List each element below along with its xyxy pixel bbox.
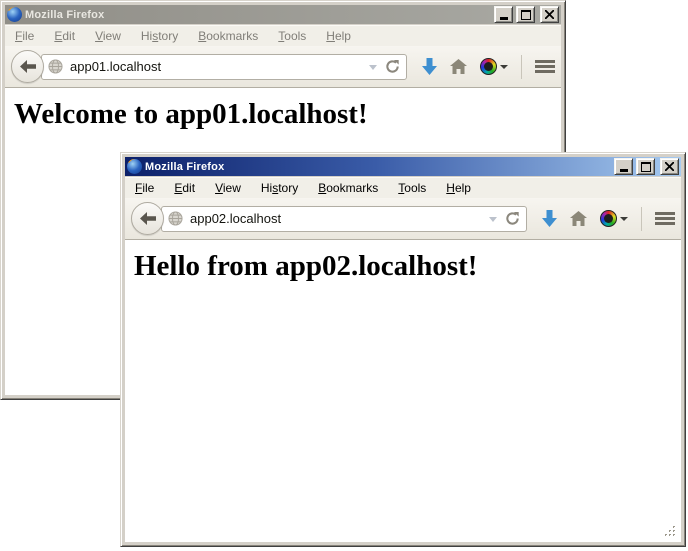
home-button[interactable] xyxy=(570,211,587,226)
close-icon xyxy=(665,162,674,171)
urlbar-dropdown-icon[interactable] xyxy=(489,217,497,226)
close-button[interactable] xyxy=(660,158,679,175)
minimize-button[interactable] xyxy=(494,6,513,23)
minimize-button[interactable] xyxy=(614,158,633,175)
menu-history[interactable]: History xyxy=(255,179,304,197)
titlebar[interactable]: Mozilla Firefox xyxy=(5,5,561,24)
colorwheel-menu-button[interactable] xyxy=(480,58,508,75)
home-icon xyxy=(450,59,467,74)
maximize-button[interactable] xyxy=(516,6,535,23)
navigation-toolbar: app02.localhost xyxy=(125,198,681,240)
menu-tools[interactable]: Tools xyxy=(392,179,432,197)
window-title: Mozilla Firefox xyxy=(25,9,491,21)
firefox-logo-icon xyxy=(7,7,22,22)
desktop: Mozilla Firefox File Edit View History B… xyxy=(0,0,688,551)
colorwheel-icon xyxy=(480,58,497,75)
reload-button[interactable] xyxy=(385,59,400,74)
reload-icon xyxy=(505,211,520,226)
minimize-icon xyxy=(500,17,508,20)
url-bar[interactable]: app01.localhost xyxy=(41,54,407,80)
colorwheel-icon xyxy=(600,210,617,227)
menubar: File Edit View History Bookmarks Tools H… xyxy=(125,177,681,198)
download-button[interactable] xyxy=(542,210,557,227)
titlebar[interactable]: Mozilla Firefox xyxy=(125,157,681,176)
minimize-icon xyxy=(620,169,628,172)
hamburger-menu-button[interactable] xyxy=(655,212,675,225)
page-content: Hello from app02.localhost! xyxy=(125,240,681,542)
toolbar-separator xyxy=(521,55,522,79)
page-heading: Welcome to app01.localhost! xyxy=(14,98,561,131)
menu-file[interactable]: File xyxy=(9,27,40,45)
menu-view[interactable]: View xyxy=(209,179,247,197)
menubar: File Edit View History Bookmarks Tools H… xyxy=(5,25,561,46)
globe-icon xyxy=(168,211,183,226)
menu-edit[interactable]: Edit xyxy=(48,27,81,45)
menu-file[interactable]: File xyxy=(129,179,160,197)
hamburger-menu-button[interactable] xyxy=(535,60,555,73)
url-text[interactable]: app02.localhost xyxy=(190,211,485,226)
reload-icon xyxy=(385,59,400,74)
globe-icon xyxy=(48,59,63,74)
menu-bookmarks[interactable]: Bookmarks xyxy=(312,179,384,197)
menu-help[interactable]: Help xyxy=(440,179,477,197)
home-icon xyxy=(570,211,587,226)
back-button[interactable] xyxy=(11,50,44,83)
urlbar-dropdown-icon[interactable] xyxy=(369,65,377,74)
window-title: Mozilla Firefox xyxy=(145,161,611,173)
back-icon xyxy=(140,212,156,225)
download-icon xyxy=(542,210,557,227)
caret-down-icon xyxy=(620,217,628,225)
menu-edit[interactable]: Edit xyxy=(168,179,201,197)
toolbar-buttons xyxy=(422,55,555,79)
menu-bookmarks[interactable]: Bookmarks xyxy=(192,27,264,45)
toolbar-buttons xyxy=(542,207,675,231)
page-heading: Hello from app02.localhost! xyxy=(134,250,681,283)
resize-grip[interactable] xyxy=(665,526,677,538)
download-icon xyxy=(422,58,437,75)
toolbar-separator xyxy=(641,207,642,231)
url-text[interactable]: app01.localhost xyxy=(70,59,365,74)
download-button[interactable] xyxy=(422,58,437,75)
close-button[interactable] xyxy=(540,6,559,23)
caret-down-icon xyxy=(500,65,508,73)
menu-view[interactable]: View xyxy=(89,27,127,45)
firefox-logo-icon xyxy=(127,159,142,174)
menu-tools[interactable]: Tools xyxy=(272,27,312,45)
colorwheel-menu-button[interactable] xyxy=(600,210,628,227)
menu-help[interactable]: Help xyxy=(320,27,357,45)
reload-button[interactable] xyxy=(505,211,520,226)
url-bar[interactable]: app02.localhost xyxy=(161,206,527,232)
maximize-icon xyxy=(521,10,531,20)
hamburger-icon xyxy=(655,212,675,215)
home-button[interactable] xyxy=(450,59,467,74)
back-button[interactable] xyxy=(131,202,164,235)
firefox-window-app02[interactable]: Mozilla Firefox File Edit View History B… xyxy=(120,152,686,547)
menu-history[interactable]: History xyxy=(135,27,184,45)
maximize-button[interactable] xyxy=(636,158,655,175)
close-icon xyxy=(545,10,554,19)
back-icon xyxy=(20,60,36,73)
maximize-icon xyxy=(641,162,651,172)
hamburger-icon xyxy=(535,60,555,63)
navigation-toolbar: app01.localhost xyxy=(5,46,561,88)
